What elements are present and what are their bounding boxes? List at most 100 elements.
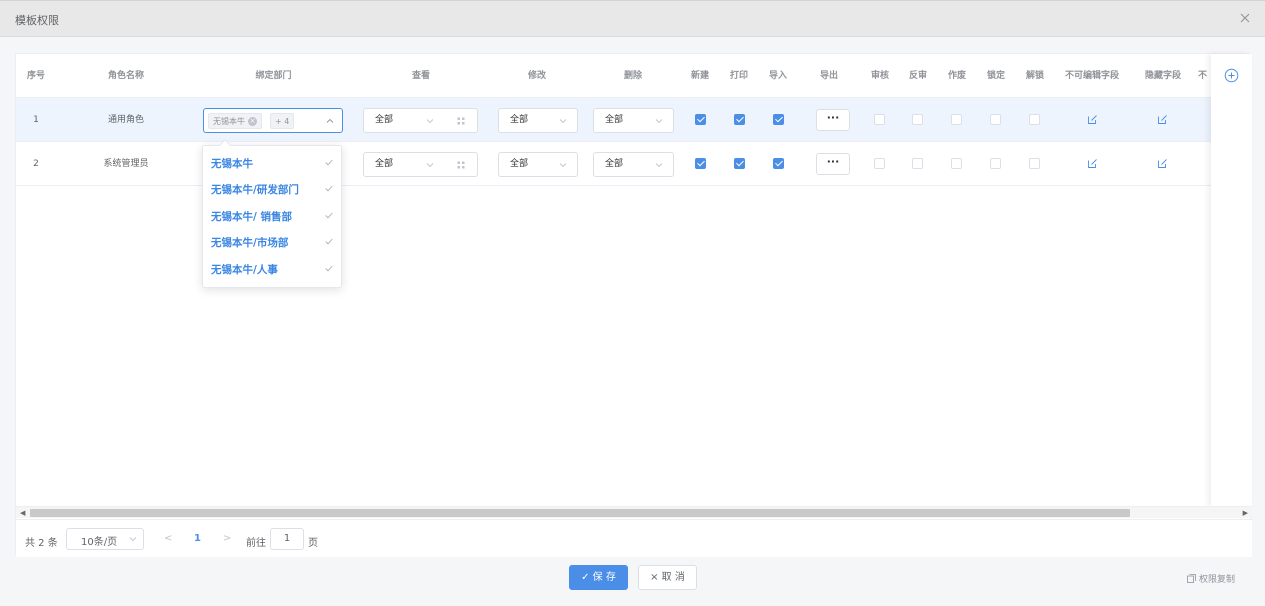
view-select[interactable]: 全部 bbox=[363, 108, 446, 133]
edit-hidden-fields-icon[interactable] bbox=[1157, 114, 1168, 125]
fixed-action-column bbox=[1211, 54, 1252, 506]
save-button[interactable]: ✓ 保 存 bbox=[569, 565, 628, 590]
unaudit-checkbox[interactable] bbox=[912, 114, 923, 125]
grid-icon bbox=[457, 161, 465, 168]
dept-tag-label: 无锡本牛 bbox=[213, 117, 245, 126]
view-select[interactable]: 全部 bbox=[363, 152, 446, 177]
current-page[interactable]: 1 bbox=[194, 533, 201, 544]
dept-option-label: 无锡本牛/研发部门 bbox=[211, 184, 299, 196]
dept-option[interactable]: 无锡本牛 bbox=[203, 150, 341, 176]
void-checkbox[interactable] bbox=[951, 114, 962, 125]
header-edit: 修改 bbox=[527, 71, 546, 81]
edit-non-editable-fields-icon[interactable] bbox=[1087, 114, 1098, 125]
edit-hidden-fields-icon[interactable] bbox=[1157, 158, 1168, 169]
print-checkbox[interactable] bbox=[734, 114, 745, 125]
horizontal-scrollbar[interactable]: ◀ ▶ bbox=[16, 506, 1252, 518]
export-more-button[interactable]: ··· bbox=[816, 109, 850, 131]
chevron-down-icon bbox=[426, 163, 434, 168]
header-role-name: 角色名称 bbox=[107, 71, 144, 81]
header-unaudit: 反审 bbox=[908, 71, 927, 81]
page-size-value: 10条/页 bbox=[81, 537, 118, 548]
scroll-thumb[interactable] bbox=[30, 509, 1130, 517]
lock-checkbox[interactable] bbox=[990, 114, 1001, 125]
table-row: 1 通用角色 无锡本牛 × + 4 全部 全部 全部 ··· bbox=[16, 98, 1237, 142]
audit-checkbox[interactable] bbox=[874, 158, 885, 169]
check-icon bbox=[325, 265, 333, 272]
delete-select-value: 全部 bbox=[605, 115, 624, 125]
create-checkbox[interactable] bbox=[695, 158, 706, 169]
copy-permission-label: 权限复制 bbox=[1198, 575, 1235, 585]
tag-close-icon[interactable]: × bbox=[248, 117, 257, 126]
close-icon[interactable] bbox=[1237, 10, 1253, 26]
edit-select-value: 全部 bbox=[510, 115, 529, 125]
view-select-value: 全部 bbox=[375, 115, 394, 125]
edit-select[interactable]: 全部 bbox=[498, 108, 578, 133]
chevron-up-icon bbox=[326, 118, 334, 123]
prev-page-button[interactable]: < bbox=[164, 533, 172, 544]
header-lock: 锁定 bbox=[986, 71, 1005, 81]
view-select-value: 全部 bbox=[375, 159, 394, 169]
unlock-checkbox[interactable] bbox=[1029, 158, 1040, 169]
dept-option[interactable]: 无锡本牛/ 销售部 bbox=[203, 203, 341, 229]
void-checkbox[interactable] bbox=[951, 158, 962, 169]
row-role-name: 通用角色 bbox=[107, 115, 144, 125]
check-icon bbox=[325, 238, 333, 245]
dept-option-label: 无锡本牛/市场部 bbox=[211, 237, 289, 249]
edit-select[interactable]: 全部 bbox=[498, 152, 578, 177]
header-export: 导出 bbox=[819, 71, 838, 81]
copy-icon bbox=[1187, 574, 1196, 583]
row-role-name: 系统管理员 bbox=[103, 159, 149, 169]
check-icon bbox=[325, 212, 333, 219]
copy-permission-button[interactable]: 权限复制 bbox=[1187, 572, 1235, 585]
audit-checkbox[interactable] bbox=[874, 114, 885, 125]
grid-settings-button[interactable] bbox=[445, 152, 478, 177]
permission-table-panel: 序号 角色名称 绑定部门 查看 修改 删除 新建 打印 导入 导出 审核 反审 … bbox=[15, 53, 1252, 557]
header-non-editable-fields: 不可编辑字段 bbox=[1064, 71, 1119, 81]
delete-select-value: 全部 bbox=[605, 159, 624, 169]
dept-option-label: 无锡本牛 bbox=[211, 158, 253, 170]
pager-total: 共 2 条 bbox=[25, 538, 58, 549]
delete-select[interactable]: 全部 bbox=[593, 152, 674, 177]
dept-option[interactable]: 无锡本牛/研发部门 bbox=[203, 176, 341, 202]
unaudit-checkbox[interactable] bbox=[912, 158, 923, 169]
cancel-button[interactable]: × 取 消 bbox=[638, 565, 697, 590]
dept-option[interactable]: 无锡本牛/人事 bbox=[203, 256, 341, 282]
lock-checkbox[interactable] bbox=[990, 158, 1001, 169]
print-checkbox[interactable] bbox=[734, 158, 745, 169]
row-index: 1 bbox=[33, 115, 39, 125]
export-more-button[interactable]: ··· bbox=[816, 153, 850, 175]
page-label: 页 bbox=[308, 538, 318, 549]
grid-icon bbox=[457, 117, 465, 124]
edit-select-value: 全部 bbox=[510, 159, 529, 169]
import-checkbox[interactable] bbox=[773, 158, 784, 169]
chevron-down-icon bbox=[655, 119, 663, 124]
dept-option-label: 无锡本牛/ 销售部 bbox=[211, 211, 292, 223]
create-checkbox[interactable] bbox=[695, 114, 706, 125]
check-icon bbox=[325, 159, 333, 166]
dept-option[interactable]: 无锡本牛/市场部 bbox=[203, 229, 341, 255]
dialog-title: 模板权限 bbox=[15, 14, 59, 27]
page-size-select[interactable]: 10条/页 bbox=[66, 528, 144, 550]
dept-dropdown: 无锡本牛 无锡本牛/研发部门 无锡本牛/ 销售部 无锡本牛/市场部 无锡本牛/人… bbox=[202, 139, 342, 288]
chevron-down-icon bbox=[559, 163, 567, 168]
chevron-down-icon bbox=[559, 119, 567, 124]
dept-multi-select[interactable]: 无锡本牛 × + 4 bbox=[203, 108, 343, 133]
header-view: 查看 bbox=[411, 71, 430, 81]
scroll-left-icon[interactable]: ◀ bbox=[20, 510, 25, 517]
delete-select[interactable]: 全部 bbox=[593, 108, 674, 133]
header-index: 序号 bbox=[26, 71, 45, 81]
grid-settings-button[interactable] bbox=[445, 108, 478, 133]
edit-non-editable-fields-icon[interactable] bbox=[1087, 158, 1098, 169]
next-page-button[interactable]: > bbox=[223, 533, 231, 544]
header-bound-dept: 绑定部门 bbox=[255, 71, 292, 81]
goto-label: 前往 bbox=[246, 538, 266, 549]
add-row-icon[interactable] bbox=[1224, 68, 1239, 83]
unlock-checkbox[interactable] bbox=[1029, 114, 1040, 125]
check-icon bbox=[325, 185, 333, 192]
goto-page-input[interactable]: 1 bbox=[270, 528, 304, 550]
table-row: 2 系统管理员 全部 全部 全部 ··· bbox=[16, 142, 1237, 186]
header-print: 打印 bbox=[729, 71, 748, 81]
import-checkbox[interactable] bbox=[773, 114, 784, 125]
scroll-right-icon[interactable]: ▶ bbox=[1243, 510, 1248, 517]
pagination: 共 2 条 10条/页 < 1 > 前往 1 页 bbox=[16, 519, 1252, 557]
